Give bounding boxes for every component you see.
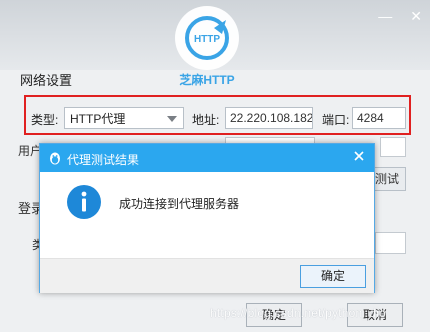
proxy-type-select[interactable]: HTTP代理 (64, 107, 184, 129)
login-field[interactable] (375, 232, 406, 254)
chevron-down-icon (167, 116, 177, 122)
network-settings-title: 网络设置 (20, 73, 73, 88)
logo-emblem-icon: HTTP (185, 16, 229, 60)
port-field[interactable]: 4284 (352, 107, 406, 129)
address-value: 22.220.108.182 (230, 111, 313, 125)
dialog-titlebar: 代理测试结果 (40, 144, 374, 172)
address-label: 地址: (192, 113, 220, 127)
minimize-icon[interactable]: — (378, 8, 392, 24)
close-window-icon[interactable]: ✕ (410, 8, 422, 24)
password-field[interactable] (380, 137, 406, 157)
window-controls: — ✕ (378, 8, 422, 24)
penguin-icon (50, 152, 60, 165)
svg-text:HTTP: HTTP (194, 34, 220, 45)
dialog-ok-button[interactable]: 确定 (300, 265, 366, 288)
dialog-body: 成功连接到代理服务器 (40, 172, 374, 258)
address-field[interactable]: 22.220.108.182 (225, 107, 313, 129)
proxy-type-value: HTTP代理 (70, 111, 126, 126)
dialog-message: 成功连接到代理服务器 (119, 197, 240, 211)
watermark-text: https://blog.csdn.net/python_dio (210, 306, 386, 320)
dialog-footer: 确定 (40, 258, 374, 293)
port-value: 4284 (357, 111, 384, 125)
close-icon[interactable] (352, 149, 366, 163)
logo-text: 芝麻HTTP (179, 73, 235, 87)
dialog-title: 代理测试结果 (67, 153, 140, 167)
info-icon (67, 185, 101, 219)
port-label: 端口: (322, 113, 350, 127)
type-label: 类型: (31, 113, 59, 127)
proxy-test-dialog: 代理测试结果 成功连接到代理服务器 确定 (39, 143, 375, 293)
app-logo: HTTP 芝麻HTTP (170, 6, 244, 87)
